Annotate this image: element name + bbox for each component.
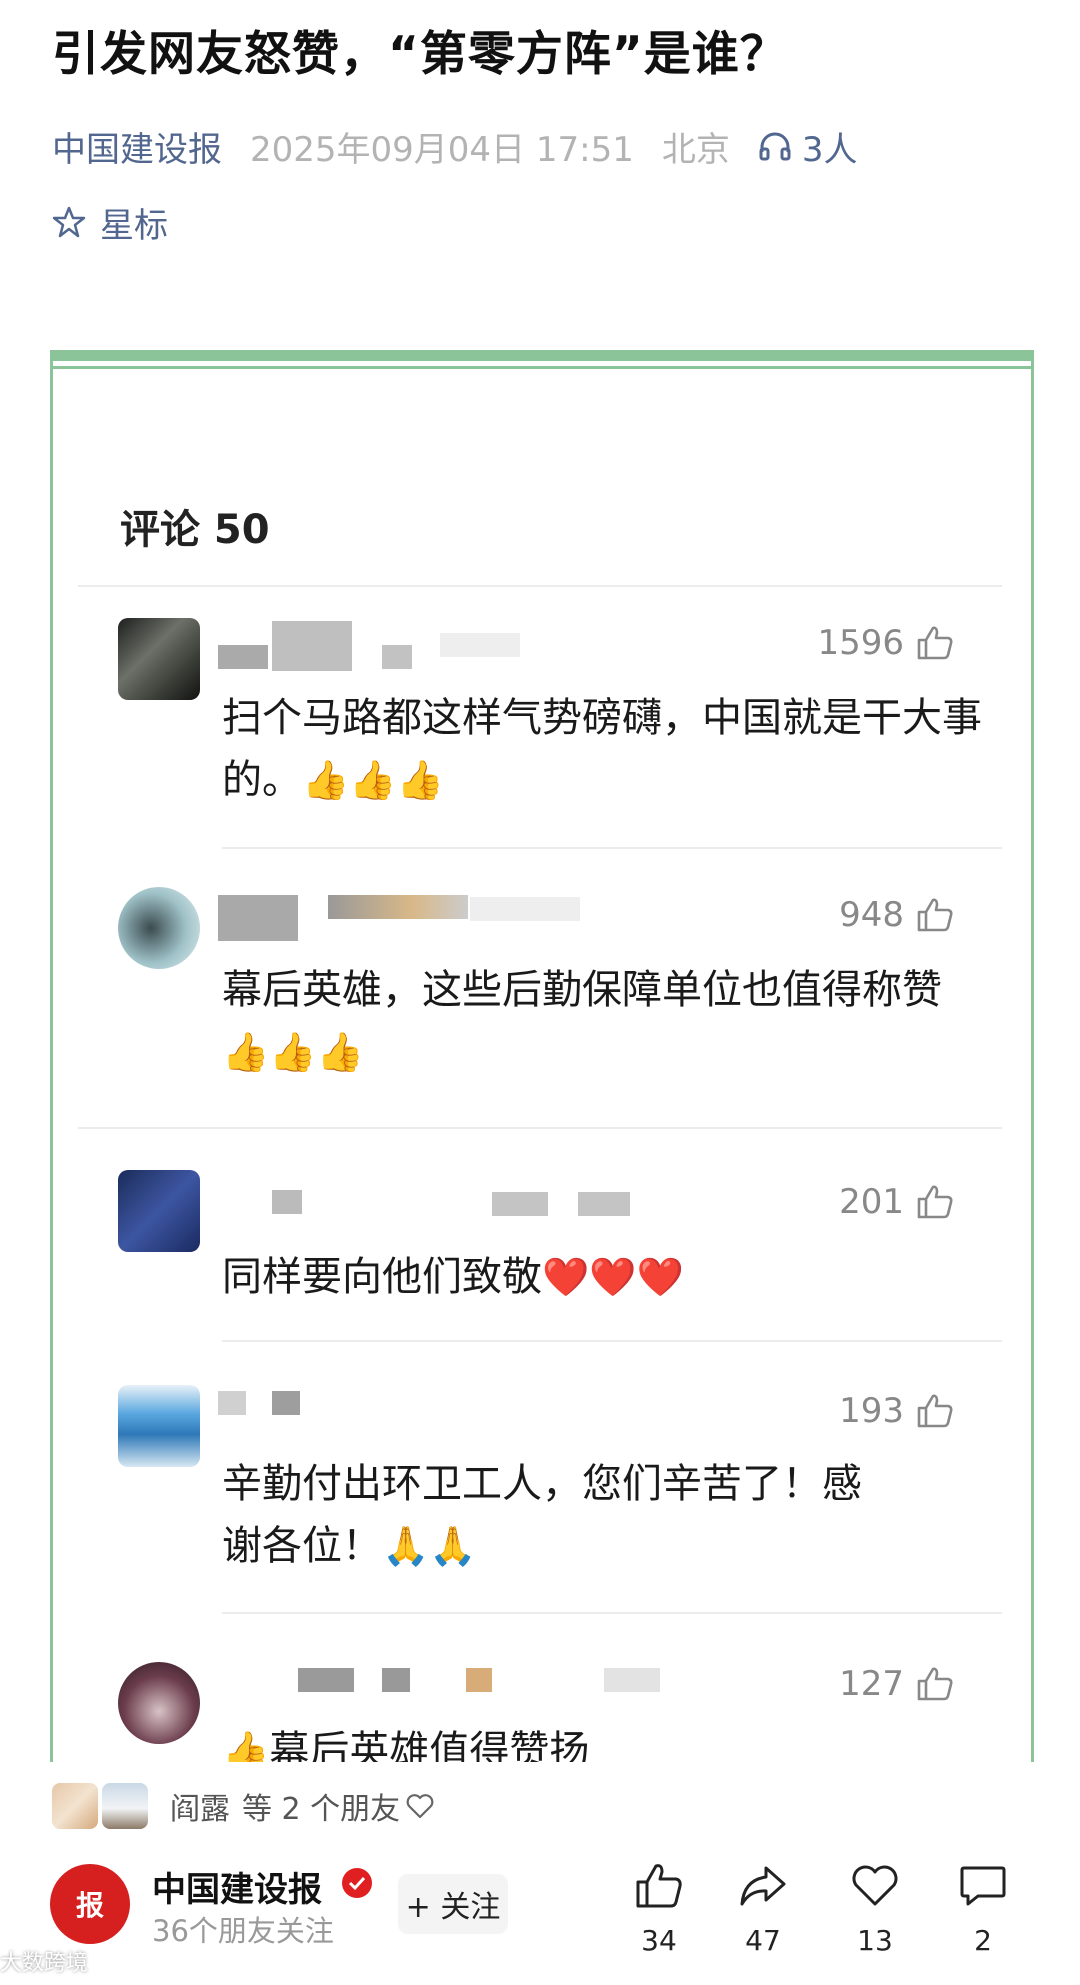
- like-action[interactable]: 34: [614, 1862, 704, 1957]
- account-logo[interactable]: 报: [50, 1864, 130, 1944]
- blurred-username: [382, 645, 412, 669]
- publish-date: 2025年09月04日 17:51: [250, 129, 634, 170]
- comment-count: 2: [974, 1924, 992, 1957]
- friend-avatar: [102, 1783, 148, 1829]
- publish-location: 北京: [661, 129, 730, 170]
- blurred-username: [492, 1192, 548, 1216]
- avatar[interactable]: [118, 618, 200, 700]
- article-meta: 中国建设报 2025年09月04日 17:51 北京 3人: [52, 118, 858, 174]
- listener-count: 3人: [801, 129, 858, 170]
- like-button[interactable]: 193: [839, 1391, 954, 1431]
- thumbs-up-icon: [917, 1667, 953, 1701]
- comment-bubble-icon: [960, 1866, 1006, 1906]
- share-arrow-icon: [740, 1866, 786, 1906]
- divider: [222, 847, 1002, 849]
- friends-suffix: 等 2 个朋友: [242, 1792, 401, 1827]
- like-count: 948: [839, 895, 904, 935]
- emoji: 🙏🙏: [382, 1524, 477, 1568]
- watermark: 大数跨境: [0, 1951, 89, 1976]
- divider: [78, 1127, 1002, 1129]
- like-count: 34: [641, 1924, 677, 1957]
- star-label: 星标: [100, 205, 168, 246]
- blurred-username: [578, 1192, 630, 1216]
- blurred-username: [272, 621, 352, 671]
- comment-text: 辛勤付出环卫工人，您们辛苦了！感谢各位！🙏🙏: [222, 1461, 862, 1569]
- comment-text: 同样要向他们致敬❤️❤️❤️: [222, 1254, 684, 1300]
- like-button[interactable]: 948: [839, 895, 954, 935]
- friends-liked-row[interactable]: 阎露 等 2 个朋友: [52, 1780, 1032, 1832]
- divider: [222, 1612, 1002, 1614]
- share-action[interactable]: 47: [718, 1862, 808, 1957]
- friend-name: 阎露: [170, 1792, 230, 1827]
- like-count: 127: [839, 1664, 904, 1704]
- emoji: 👍👍👍: [222, 1030, 364, 1074]
- comment-text: 幕后英雄，这些后勤保障单位也值得称赞👍👍👍: [222, 967, 942, 1074]
- blurred-username: [218, 895, 298, 941]
- blurred-username: [470, 897, 580, 921]
- thumbs-up-icon: [917, 626, 953, 660]
- blurred-username: [328, 895, 468, 919]
- frame-border: [50, 350, 1034, 361]
- comments-header: 评论 50: [120, 507, 270, 553]
- blurred-username: [218, 1391, 246, 1415]
- blurred-username: [272, 1190, 302, 1214]
- blurred-username: [218, 645, 268, 669]
- like-button[interactable]: 201: [839, 1182, 954, 1222]
- blurred-username: [604, 1668, 660, 1692]
- avatar[interactable]: [118, 1170, 200, 1252]
- like-button[interactable]: 127: [839, 1664, 954, 1704]
- like-count: 193: [839, 1391, 904, 1431]
- heart-action[interactable]: 13: [830, 1862, 920, 1957]
- star-icon: [52, 206, 86, 238]
- verified-icon: [342, 1868, 372, 1898]
- follow-button[interactable]: + 关注: [398, 1874, 508, 1934]
- blurred-username: [466, 1668, 492, 1692]
- comment-action[interactable]: 2: [938, 1862, 1028, 1957]
- avatar[interactable]: [118, 887, 200, 969]
- divider: [222, 1340, 1002, 1342]
- emoji: 👍👍👍: [302, 758, 444, 802]
- heart-icon: [852, 1865, 898, 1906]
- like-button[interactable]: 1596: [817, 623, 954, 663]
- blurred-username: [382, 1668, 410, 1692]
- share-count: 47: [745, 1924, 781, 1957]
- blurred-username: [298, 1668, 354, 1692]
- source-link[interactable]: 中国建设报: [52, 122, 222, 171]
- like-count: 1596: [817, 623, 904, 663]
- blurred-username: [440, 633, 520, 657]
- article-title: 引发网友怒赞，“第零方阵”是谁？: [52, 27, 788, 82]
- listen-button[interactable]: 3人: [758, 122, 858, 171]
- frame-border-thin: [50, 366, 1034, 369]
- like-count: 201: [839, 1182, 904, 1222]
- divider: [78, 585, 1002, 587]
- heart-outline-icon: [406, 1794, 434, 1819]
- avatar[interactable]: [118, 1385, 200, 1467]
- headphones-icon: [759, 132, 791, 161]
- friend-avatar: [52, 1783, 98, 1829]
- emoji: ❤️❤️❤️: [542, 1255, 684, 1299]
- account-name[interactable]: 中国建设报: [152, 1862, 322, 1911]
- thumbs-up-icon: [917, 1185, 953, 1219]
- thumbs-up-icon: [917, 898, 953, 932]
- comment-text: 扫个马路都这样气势磅礴，中国就是干大事的。👍👍👍: [222, 695, 982, 803]
- avatar[interactable]: [118, 1662, 200, 1744]
- thumbs-up-icon: [917, 1394, 953, 1428]
- blurred-username: [272, 1391, 300, 1415]
- friends-following: 36个朋友关注: [152, 1914, 334, 1948]
- account-footer: 报 中国建设报 36个朋友关注 + 关注 34 47 13 2: [0, 1850, 1080, 1985]
- thumbs-up-icon: [636, 1864, 682, 1908]
- heart-count: 13: [857, 1924, 893, 1957]
- star-button[interactable]: 星标: [52, 195, 168, 249]
